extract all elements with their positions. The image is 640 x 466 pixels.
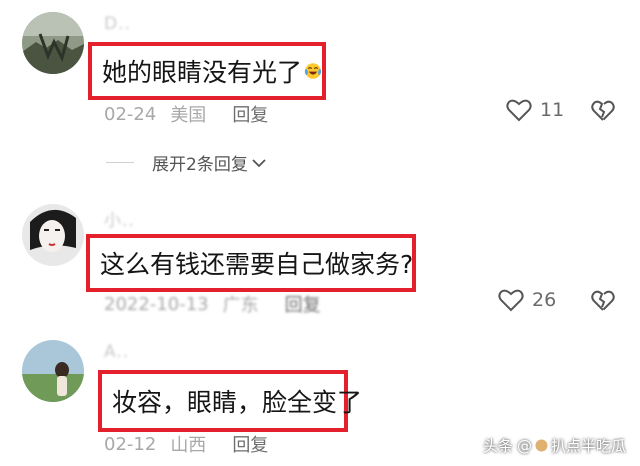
broken-heart-icon[interactable] [591,99,615,123]
broken-heart-icon[interactable] [591,289,615,313]
watermark-author: 扒点半吃瓜 [550,437,626,455]
heart-icon [498,289,524,312]
watermark-source: 头条 [482,437,513,455]
watermark: 头条 @ 扒点半吃瓜 [483,435,626,456]
comment-date: 02-12 [104,433,157,455]
comment-highlight: 妆容，眼睛，脸全变了 [98,370,362,432]
watermark-separator: @ [516,436,532,455]
comment-text: 这么有钱还需要自己做家务? [100,250,414,279]
avatar[interactable] [22,12,84,74]
like-count: 26 [532,289,557,311]
username[interactable]: 小.. [104,206,135,231]
comment-meta: 02-12 山西 回复 [104,431,268,457]
comment-text: 妆容，眼睛，脸全变了 [112,388,363,417]
like-count: 11 [540,99,565,121]
reply-button[interactable]: 回复 [232,101,268,127]
laughing-crying-emoji-icon [304,63,322,79]
comment-region: 山西 [170,435,207,456]
username[interactable]: D.. [104,14,131,34]
comment-meta: 2022-10-13 广东 回复 [104,291,321,317]
comment-highlight: 她的眼睛没有光了 [88,42,326,100]
heart-icon [506,99,532,122]
avatar[interactable] [22,340,84,402]
like-button[interactable]: 26 [498,288,556,312]
avatar-icon [534,438,549,453]
reply-button[interactable]: 回复 [285,291,321,317]
username[interactable]: A.. [104,342,129,362]
comment-date: 02-24 [104,103,157,125]
comment-meta: 02-24 美国 回复 [104,101,268,127]
expand-replies-label: 展开2条回复 [152,155,248,175]
comment-region: 美国 [170,105,207,126]
comment-text: 她的眼睛没有光了 [102,58,303,87]
comment-region: 广东 [222,295,259,316]
comment-date: 2022-10-13 [104,293,209,315]
divider-line [106,162,134,163]
expand-replies[interactable]: 展开2条回复 [106,150,266,175]
comment-highlight: 这么有钱还需要自己做家务? [86,234,416,292]
reply-button[interactable]: 回复 [232,431,268,457]
chevron-down-icon [252,158,266,167]
avatar[interactable] [22,204,84,266]
like-button[interactable]: 11 [506,98,564,122]
